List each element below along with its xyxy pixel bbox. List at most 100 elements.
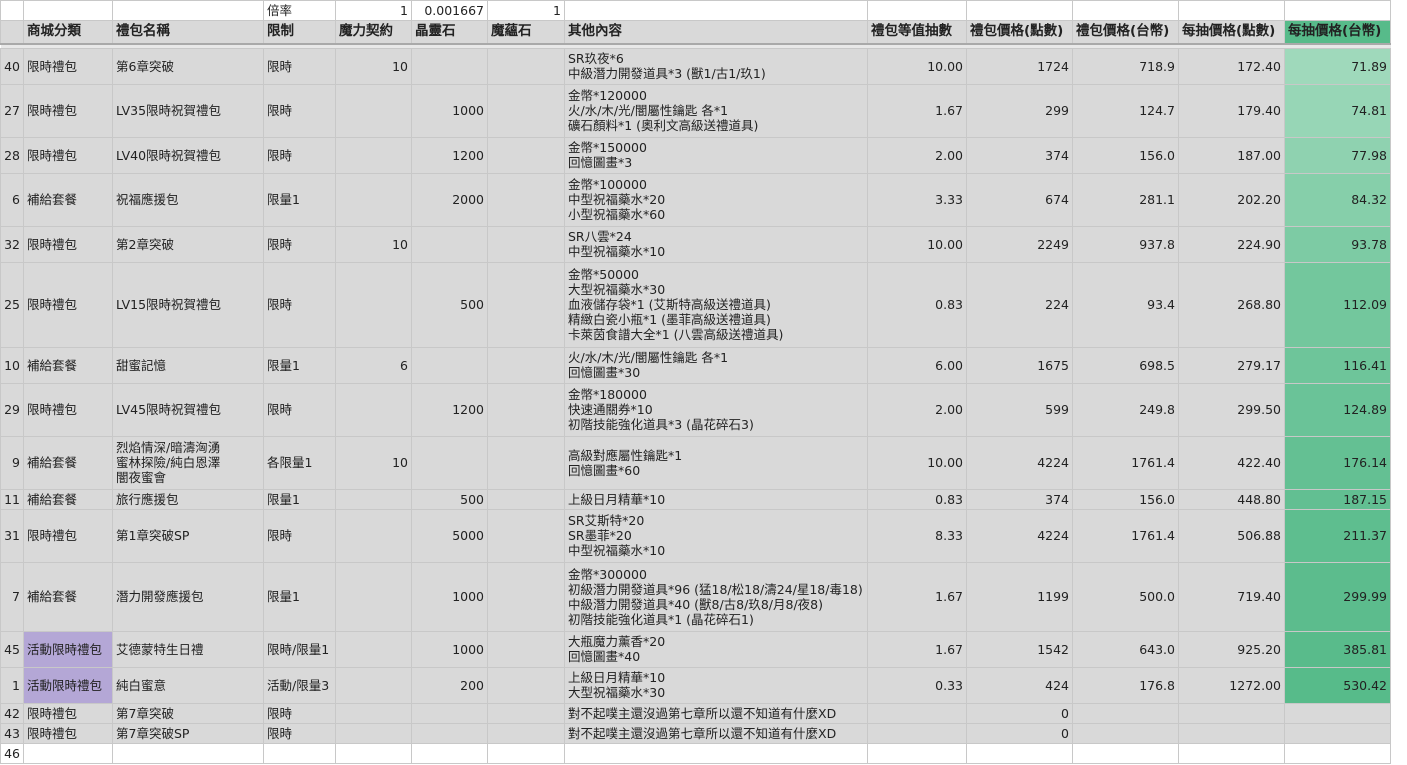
price-twd-cell[interactable]: 124.7 (1072, 83, 1179, 138)
per-draw-points-cell[interactable]: 925.20 (1178, 630, 1285, 668)
crystal-cell[interactable] (411, 702, 488, 724)
mana-contract-cell[interactable]: 6 (335, 346, 412, 384)
category-cell[interactable]: 補給套餐 (23, 346, 113, 384)
package-name-cell[interactable]: LV45限時祝賀禮包 (112, 382, 264, 437)
package-name-cell[interactable]: 甜蜜記憶 (112, 346, 264, 384)
price-points-cell[interactable]: 299 (966, 83, 1073, 138)
price-twd-cell[interactable]: 718.9 (1072, 47, 1179, 85)
crystal-cell[interactable]: 1000 (411, 561, 488, 632)
limit-cell[interactable] (263, 742, 336, 764)
package-name-cell[interactable]: LV40限時祝賀禮包 (112, 136, 264, 174)
per-draw-twd-cell[interactable]: 74.81 (1284, 83, 1391, 138)
limit-cell[interactable]: 限時 (263, 225, 336, 263)
magic-stone-cell[interactable] (487, 346, 565, 384)
mana-contract-cell[interactable] (335, 630, 412, 668)
per-draw-points-cell[interactable]: 187.00 (1178, 136, 1285, 174)
magic-stone-cell[interactable] (487, 742, 565, 764)
per-draw-twd-cell[interactable]: 299.99 (1284, 561, 1391, 632)
magic-stone-cell[interactable] (487, 136, 565, 174)
crystal-cell[interactable]: 1200 (411, 382, 488, 437)
mana-contract-cell[interactable] (335, 136, 412, 174)
other-content-cell[interactable]: 對不起噗主還沒過第七章所以還不知道有什麼XD (564, 702, 868, 724)
magic-stone-cell[interactable] (487, 508, 565, 563)
other-content-cell[interactable]: 金幣*150000 回憶圖畫*3 (564, 136, 868, 174)
category-cell[interactable]: 補給套餐 (23, 488, 113, 510)
cell[interactable] (1284, 0, 1391, 21)
price-twd-cell[interactable]: 156.0 (1072, 488, 1179, 510)
other-content-cell[interactable]: 上級日月精華*10 (564, 488, 868, 510)
package-name-cell[interactable]: 烈焰情深/暗濤洶湧 蜜林探險/純白恩澤 闇夜蜜會 (112, 435, 264, 490)
category-cell[interactable]: 限時禮包 (23, 83, 113, 138)
magic-stone-cell[interactable] (487, 488, 565, 510)
limit-cell[interactable]: 限時 (263, 508, 336, 563)
per-draw-twd-cell[interactable]: 385.81 (1284, 630, 1391, 668)
other-content-cell[interactable]: 高級對應屬性鑰匙*1 回憶圖畫*60 (564, 435, 868, 490)
mana-contract-cell[interactable] (335, 83, 412, 138)
equivalent-draws-cell[interactable]: 6.00 (867, 346, 967, 384)
other-content-cell[interactable]: 上級日月精華*10 大型祝福藥水*30 (564, 666, 868, 704)
per-draw-points-cell[interactable]: 279.17 (1178, 346, 1285, 384)
row-number-cell[interactable]: 28 (0, 136, 24, 174)
crystal-cell[interactable]: 2000 (411, 172, 488, 227)
cell[interactable] (966, 0, 1073, 21)
category-cell[interactable]: 限時禮包 (23, 136, 113, 174)
per-draw-twd-cell[interactable]: 84.32 (1284, 172, 1391, 227)
category-cell[interactable] (23, 742, 113, 764)
cell[interactable] (1178, 0, 1285, 21)
row-number-cell[interactable]: 9 (0, 435, 24, 490)
limit-cell[interactable]: 限時/限量1 (263, 630, 336, 668)
mana-contract-cell[interactable]: 10 (335, 435, 412, 490)
crystal-cell[interactable]: 500 (411, 261, 488, 348)
equivalent-draws-cell[interactable]: 2.00 (867, 382, 967, 437)
row-number-cell[interactable]: 29 (0, 382, 24, 437)
multiplier-value-3[interactable]: 1 (487, 0, 565, 21)
multiplier-value-2[interactable]: 0.001667 (411, 0, 488, 21)
row-number-cell[interactable] (0, 20, 24, 44)
row-number-cell[interactable]: 42 (0, 702, 24, 724)
mana-contract-cell[interactable] (335, 261, 412, 348)
header-other-content[interactable]: 其他內容 (564, 20, 868, 44)
package-name-cell[interactable]: 第1章突破SP (112, 508, 264, 563)
category-cell[interactable]: 限時禮包 (23, 508, 113, 563)
package-name-cell[interactable]: 第7章突破 (112, 702, 264, 724)
per-draw-points-cell[interactable]: 422.40 (1178, 435, 1285, 490)
header-price-twd[interactable]: 禮包價格(台幣) (1072, 20, 1179, 44)
header-price-points[interactable]: 禮包價格(點數) (966, 20, 1073, 44)
category-cell[interactable]: 限時禮包 (23, 261, 113, 348)
mana-contract-cell[interactable] (335, 382, 412, 437)
price-twd-cell[interactable]: 643.0 (1072, 630, 1179, 668)
price-twd-cell[interactable]: 249.8 (1072, 382, 1179, 437)
price-points-cell[interactable]: 374 (966, 136, 1073, 174)
magic-stone-cell[interactable] (487, 722, 565, 744)
header-equivalent-draws[interactable]: 禮包等值抽數 (867, 20, 967, 44)
header-package-name[interactable]: 禮包名稱 (112, 20, 264, 44)
other-content-cell[interactable]: SR玖夜*6 中級潛力開發道具*3 (獸1/古1/玖1) (564, 47, 868, 85)
category-cell[interactable]: 補給套餐 (23, 172, 113, 227)
row-number-cell[interactable]: 45 (0, 630, 24, 668)
per-draw-twd-cell[interactable]: 112.09 (1284, 261, 1391, 348)
price-twd-cell[interactable]: 281.1 (1072, 172, 1179, 227)
price-points-cell[interactable]: 0 (966, 702, 1073, 724)
category-cell[interactable]: 補給套餐 (23, 435, 113, 490)
per-draw-points-cell[interactable]: 506.88 (1178, 508, 1285, 563)
row-number-cell[interactable] (0, 0, 24, 21)
magic-stone-cell[interactable] (487, 435, 565, 490)
price-twd-cell[interactable]: 1761.4 (1072, 435, 1179, 490)
price-twd-cell[interactable] (1072, 722, 1179, 744)
per-draw-points-cell[interactable]: 202.20 (1178, 172, 1285, 227)
price-points-cell[interactable] (966, 742, 1073, 764)
limit-cell[interactable]: 限時 (263, 382, 336, 437)
equivalent-draws-cell[interactable]: 0.83 (867, 261, 967, 348)
mana-contract-cell[interactable] (335, 561, 412, 632)
mana-contract-cell[interactable] (335, 742, 412, 764)
mana-contract-cell[interactable]: 10 (335, 225, 412, 263)
package-name-cell[interactable]: LV15限時祝賀禮包 (112, 261, 264, 348)
category-cell[interactable]: 限時禮包 (23, 225, 113, 263)
price-twd-cell[interactable]: 156.0 (1072, 136, 1179, 174)
crystal-cell[interactable]: 1000 (411, 83, 488, 138)
price-points-cell[interactable]: 599 (966, 382, 1073, 437)
per-draw-twd-cell[interactable]: 530.42 (1284, 666, 1391, 704)
equivalent-draws-cell[interactable]: 3.33 (867, 172, 967, 227)
price-points-cell[interactable]: 1542 (966, 630, 1073, 668)
magic-stone-cell[interactable] (487, 225, 565, 263)
